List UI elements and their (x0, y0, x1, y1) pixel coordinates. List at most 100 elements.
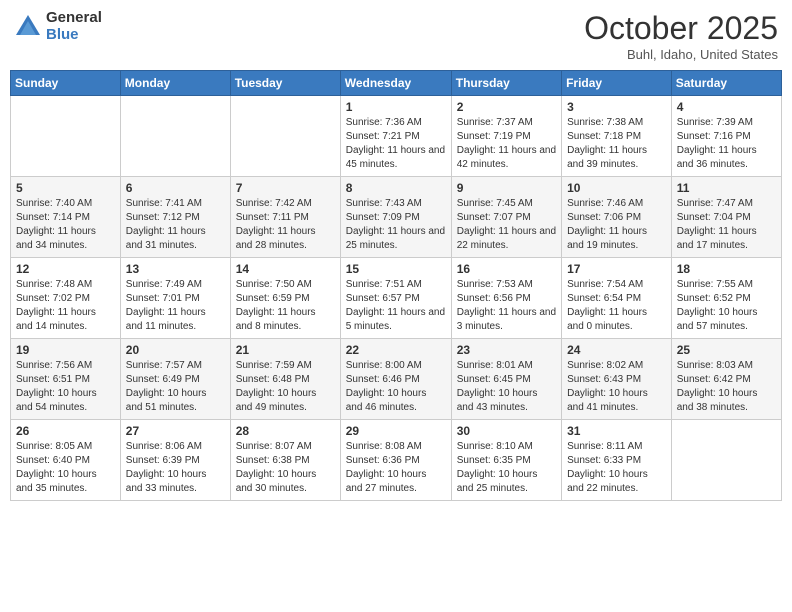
day-info: Sunrise: 7:50 AM Sunset: 6:59 PM Dayligh… (236, 278, 335, 334)
day-number: 12 (16, 262, 115, 276)
day-info: Sunrise: 8:03 AM Sunset: 6:42 PM Dayligh… (677, 359, 776, 415)
day-number: 22 (346, 343, 446, 357)
logo-text: General Blue (46, 10, 102, 43)
calendar-body: 1 Sunrise: 7:36 AM Sunset: 7:21 PM Daylig… (11, 96, 782, 501)
day-info: Sunrise: 7:47 AM Sunset: 7:04 PM Dayligh… (677, 197, 776, 253)
day-info: Sunrise: 7:45 AM Sunset: 7:07 PM Dayligh… (457, 197, 556, 253)
day-number: 28 (236, 424, 335, 438)
day-info: Sunrise: 7:57 AM Sunset: 6:49 PM Dayligh… (126, 359, 225, 415)
calendar-cell (11, 96, 121, 177)
calendar-cell: 5 Sunrise: 7:40 AM Sunset: 7:14 PM Daylig… (11, 177, 121, 258)
day-number: 31 (567, 424, 666, 438)
day-header-monday: Monday (120, 71, 230, 96)
day-info: Sunrise: 7:38 AM Sunset: 7:18 PM Dayligh… (567, 116, 666, 172)
day-info: Sunrise: 8:06 AM Sunset: 6:39 PM Dayligh… (126, 440, 225, 496)
calendar-cell: 21 Sunrise: 7:59 AM Sunset: 6:48 PM Dayli… (230, 339, 340, 420)
day-info: Sunrise: 7:49 AM Sunset: 7:01 PM Dayligh… (126, 278, 225, 334)
calendar-cell: 8 Sunrise: 7:43 AM Sunset: 7:09 PM Daylig… (340, 177, 451, 258)
day-number: 21 (236, 343, 335, 357)
day-number: 10 (567, 181, 666, 195)
calendar-cell (230, 96, 340, 177)
day-info: Sunrise: 7:42 AM Sunset: 7:11 PM Dayligh… (236, 197, 335, 253)
day-number: 5 (16, 181, 115, 195)
day-info: Sunrise: 8:10 AM Sunset: 6:35 PM Dayligh… (457, 440, 556, 496)
calendar-header: SundayMondayTuesdayWednesdayThursdayFrid… (11, 71, 782, 96)
calendar-week-row: 12 Sunrise: 7:48 AM Sunset: 7:02 PM Dayli… (11, 258, 782, 339)
day-info: Sunrise: 8:11 AM Sunset: 6:33 PM Dayligh… (567, 440, 666, 496)
logo-blue-text: Blue (46, 27, 102, 44)
day-number: 8 (346, 181, 446, 195)
calendar-cell: 19Sunrise: 7:56 AM Sunset: 6:51 PM Dayli… (11, 339, 121, 420)
calendar-cell: 24Sunrise: 8:02 AM Sunset: 6:43 PM Dayli… (562, 339, 672, 420)
calendar-cell: 23Sunrise: 8:01 AM Sunset: 6:45 PM Dayli… (451, 339, 561, 420)
calendar-week-row: 26Sunrise: 8:05 AM Sunset: 6:40 PM Dayli… (11, 420, 782, 501)
calendar-cell: 29 Sunrise: 8:08 AM Sunset: 6:36 PM Dayli… (340, 420, 451, 501)
calendar-cell: 6 Sunrise: 7:41 AM Sunset: 7:12 PM Daylig… (120, 177, 230, 258)
day-info: Sunrise: 8:05 AM Sunset: 6:40 PM Dayligh… (16, 440, 115, 496)
days-header-row: SundayMondayTuesdayWednesdayThursdayFrid… (11, 71, 782, 96)
day-info: Sunrise: 7:48 AM Sunset: 7:02 PM Dayligh… (16, 278, 115, 334)
day-number: 25 (677, 343, 776, 357)
calendar-cell: 3 Sunrise: 7:38 AM Sunset: 7:18 PM Daylig… (562, 96, 672, 177)
day-info: Sunrise: 7:37 AM Sunset: 7:19 PM Dayligh… (457, 116, 556, 172)
calendar-cell (671, 420, 781, 501)
calendar-cell: 22 Sunrise: 8:00 AM Sunset: 6:46 PM Dayli… (340, 339, 451, 420)
day-info: Sunrise: 7:55 AM Sunset: 6:52 PM Dayligh… (677, 278, 776, 334)
day-number: 9 (457, 181, 556, 195)
logo-general-text: General (46, 10, 102, 27)
day-number: 29 (346, 424, 446, 438)
day-info: Sunrise: 7:51 AM Sunset: 6:57 PM Dayligh… (346, 278, 446, 334)
location: Buhl, Idaho, United States (584, 47, 778, 62)
calendar-cell: 14 Sunrise: 7:50 AM Sunset: 6:59 PM Dayli… (230, 258, 340, 339)
day-header-tuesday: Tuesday (230, 71, 340, 96)
day-info: Sunrise: 7:56 AM Sunset: 6:51 PM Dayligh… (16, 359, 115, 415)
calendar-cell (120, 96, 230, 177)
day-info: Sunrise: 7:40 AM Sunset: 7:14 PM Dayligh… (16, 197, 115, 253)
day-header-wednesday: Wednesday (340, 71, 451, 96)
calendar-cell: 11 Sunrise: 7:47 AM Sunset: 7:04 PM Dayli… (671, 177, 781, 258)
calendar-cell: 28 Sunrise: 8:07 AM Sunset: 6:38 PM Dayli… (230, 420, 340, 501)
day-info: Sunrise: 7:43 AM Sunset: 7:09 PM Dayligh… (346, 197, 446, 253)
logo-icon (14, 13, 42, 41)
day-number: 2 (457, 100, 556, 114)
calendar-cell: 16Sunrise: 7:53 AM Sunset: 6:56 PM Dayli… (451, 258, 561, 339)
day-number: 27 (126, 424, 225, 438)
calendar-cell: 2 Sunrise: 7:37 AM Sunset: 7:19 PM Daylig… (451, 96, 561, 177)
calendar-week-row: 19Sunrise: 7:56 AM Sunset: 6:51 PM Dayli… (11, 339, 782, 420)
calendar-table: SundayMondayTuesdayWednesdayThursdayFrid… (10, 70, 782, 501)
calendar-cell: 20Sunrise: 7:57 AM Sunset: 6:49 PM Dayli… (120, 339, 230, 420)
calendar-cell: 30 Sunrise: 8:10 AM Sunset: 6:35 PM Dayli… (451, 420, 561, 501)
day-header-thursday: Thursday (451, 71, 561, 96)
calendar-cell: 17Sunrise: 7:54 AM Sunset: 6:54 PM Dayli… (562, 258, 672, 339)
day-number: 30 (457, 424, 556, 438)
calendar-cell: 9 Sunrise: 7:45 AM Sunset: 7:07 PM Daylig… (451, 177, 561, 258)
calendar-week-row: 1 Sunrise: 7:36 AM Sunset: 7:21 PM Daylig… (11, 96, 782, 177)
day-info: Sunrise: 7:41 AM Sunset: 7:12 PM Dayligh… (126, 197, 225, 253)
day-info: Sunrise: 8:08 AM Sunset: 6:36 PM Dayligh… (346, 440, 446, 496)
day-number: 14 (236, 262, 335, 276)
calendar-cell: 7Sunrise: 7:42 AM Sunset: 7:11 PM Daylig… (230, 177, 340, 258)
day-info: Sunrise: 7:59 AM Sunset: 6:48 PM Dayligh… (236, 359, 335, 415)
day-number: 11 (677, 181, 776, 195)
day-info: Sunrise: 8:00 AM Sunset: 6:46 PM Dayligh… (346, 359, 446, 415)
day-header-friday: Friday (562, 71, 672, 96)
day-header-saturday: Saturday (671, 71, 781, 96)
day-number: 13 (126, 262, 225, 276)
calendar-week-row: 5 Sunrise: 7:40 AM Sunset: 7:14 PM Daylig… (11, 177, 782, 258)
day-number: 23 (457, 343, 556, 357)
logo: General Blue (14, 10, 102, 43)
calendar-cell: 27 Sunrise: 8:06 AM Sunset: 6:39 PM Dayli… (120, 420, 230, 501)
page-header: General Blue October 2025 Buhl, Idaho, U… (10, 10, 782, 62)
day-info: Sunrise: 7:53 AM Sunset: 6:56 PM Dayligh… (457, 278, 556, 334)
day-info: Sunrise: 7:54 AM Sunset: 6:54 PM Dayligh… (567, 278, 666, 334)
day-header-sunday: Sunday (11, 71, 121, 96)
day-info: Sunrise: 7:36 AM Sunset: 7:21 PM Dayligh… (346, 116, 446, 172)
day-number: 3 (567, 100, 666, 114)
day-number: 1 (346, 100, 446, 114)
calendar-cell: 15 Sunrise: 7:51 AM Sunset: 6:57 PM Dayli… (340, 258, 451, 339)
day-number: 24 (567, 343, 666, 357)
day-number: 6 (126, 181, 225, 195)
day-info: Sunrise: 8:07 AM Sunset: 6:38 PM Dayligh… (236, 440, 335, 496)
day-number: 15 (346, 262, 446, 276)
day-number: 18 (677, 262, 776, 276)
